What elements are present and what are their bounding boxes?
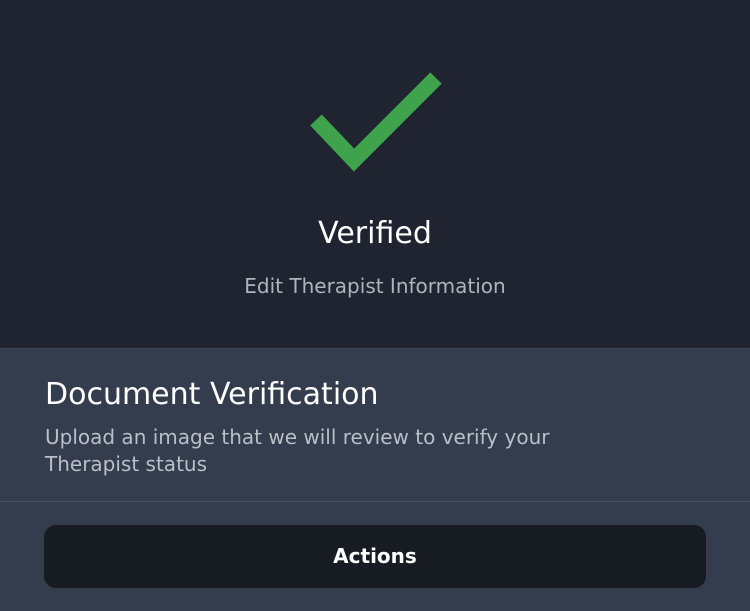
section-title: Document Verification [45, 377, 379, 412]
section-divider [0, 501, 750, 502]
verification-screen: Verified Edit Therapist Information Docu… [0, 0, 750, 611]
actions-button[interactable]: Actions [44, 525, 706, 588]
section-description: Upload an image that we will review to v… [45, 425, 550, 476]
checkmark-icon [310, 72, 442, 172]
status-header: Verified Edit Therapist Information [0, 0, 750, 349]
edit-therapist-info-link[interactable]: Edit Therapist Information [0, 272, 750, 300]
status-title: Verified [318, 216, 432, 251]
